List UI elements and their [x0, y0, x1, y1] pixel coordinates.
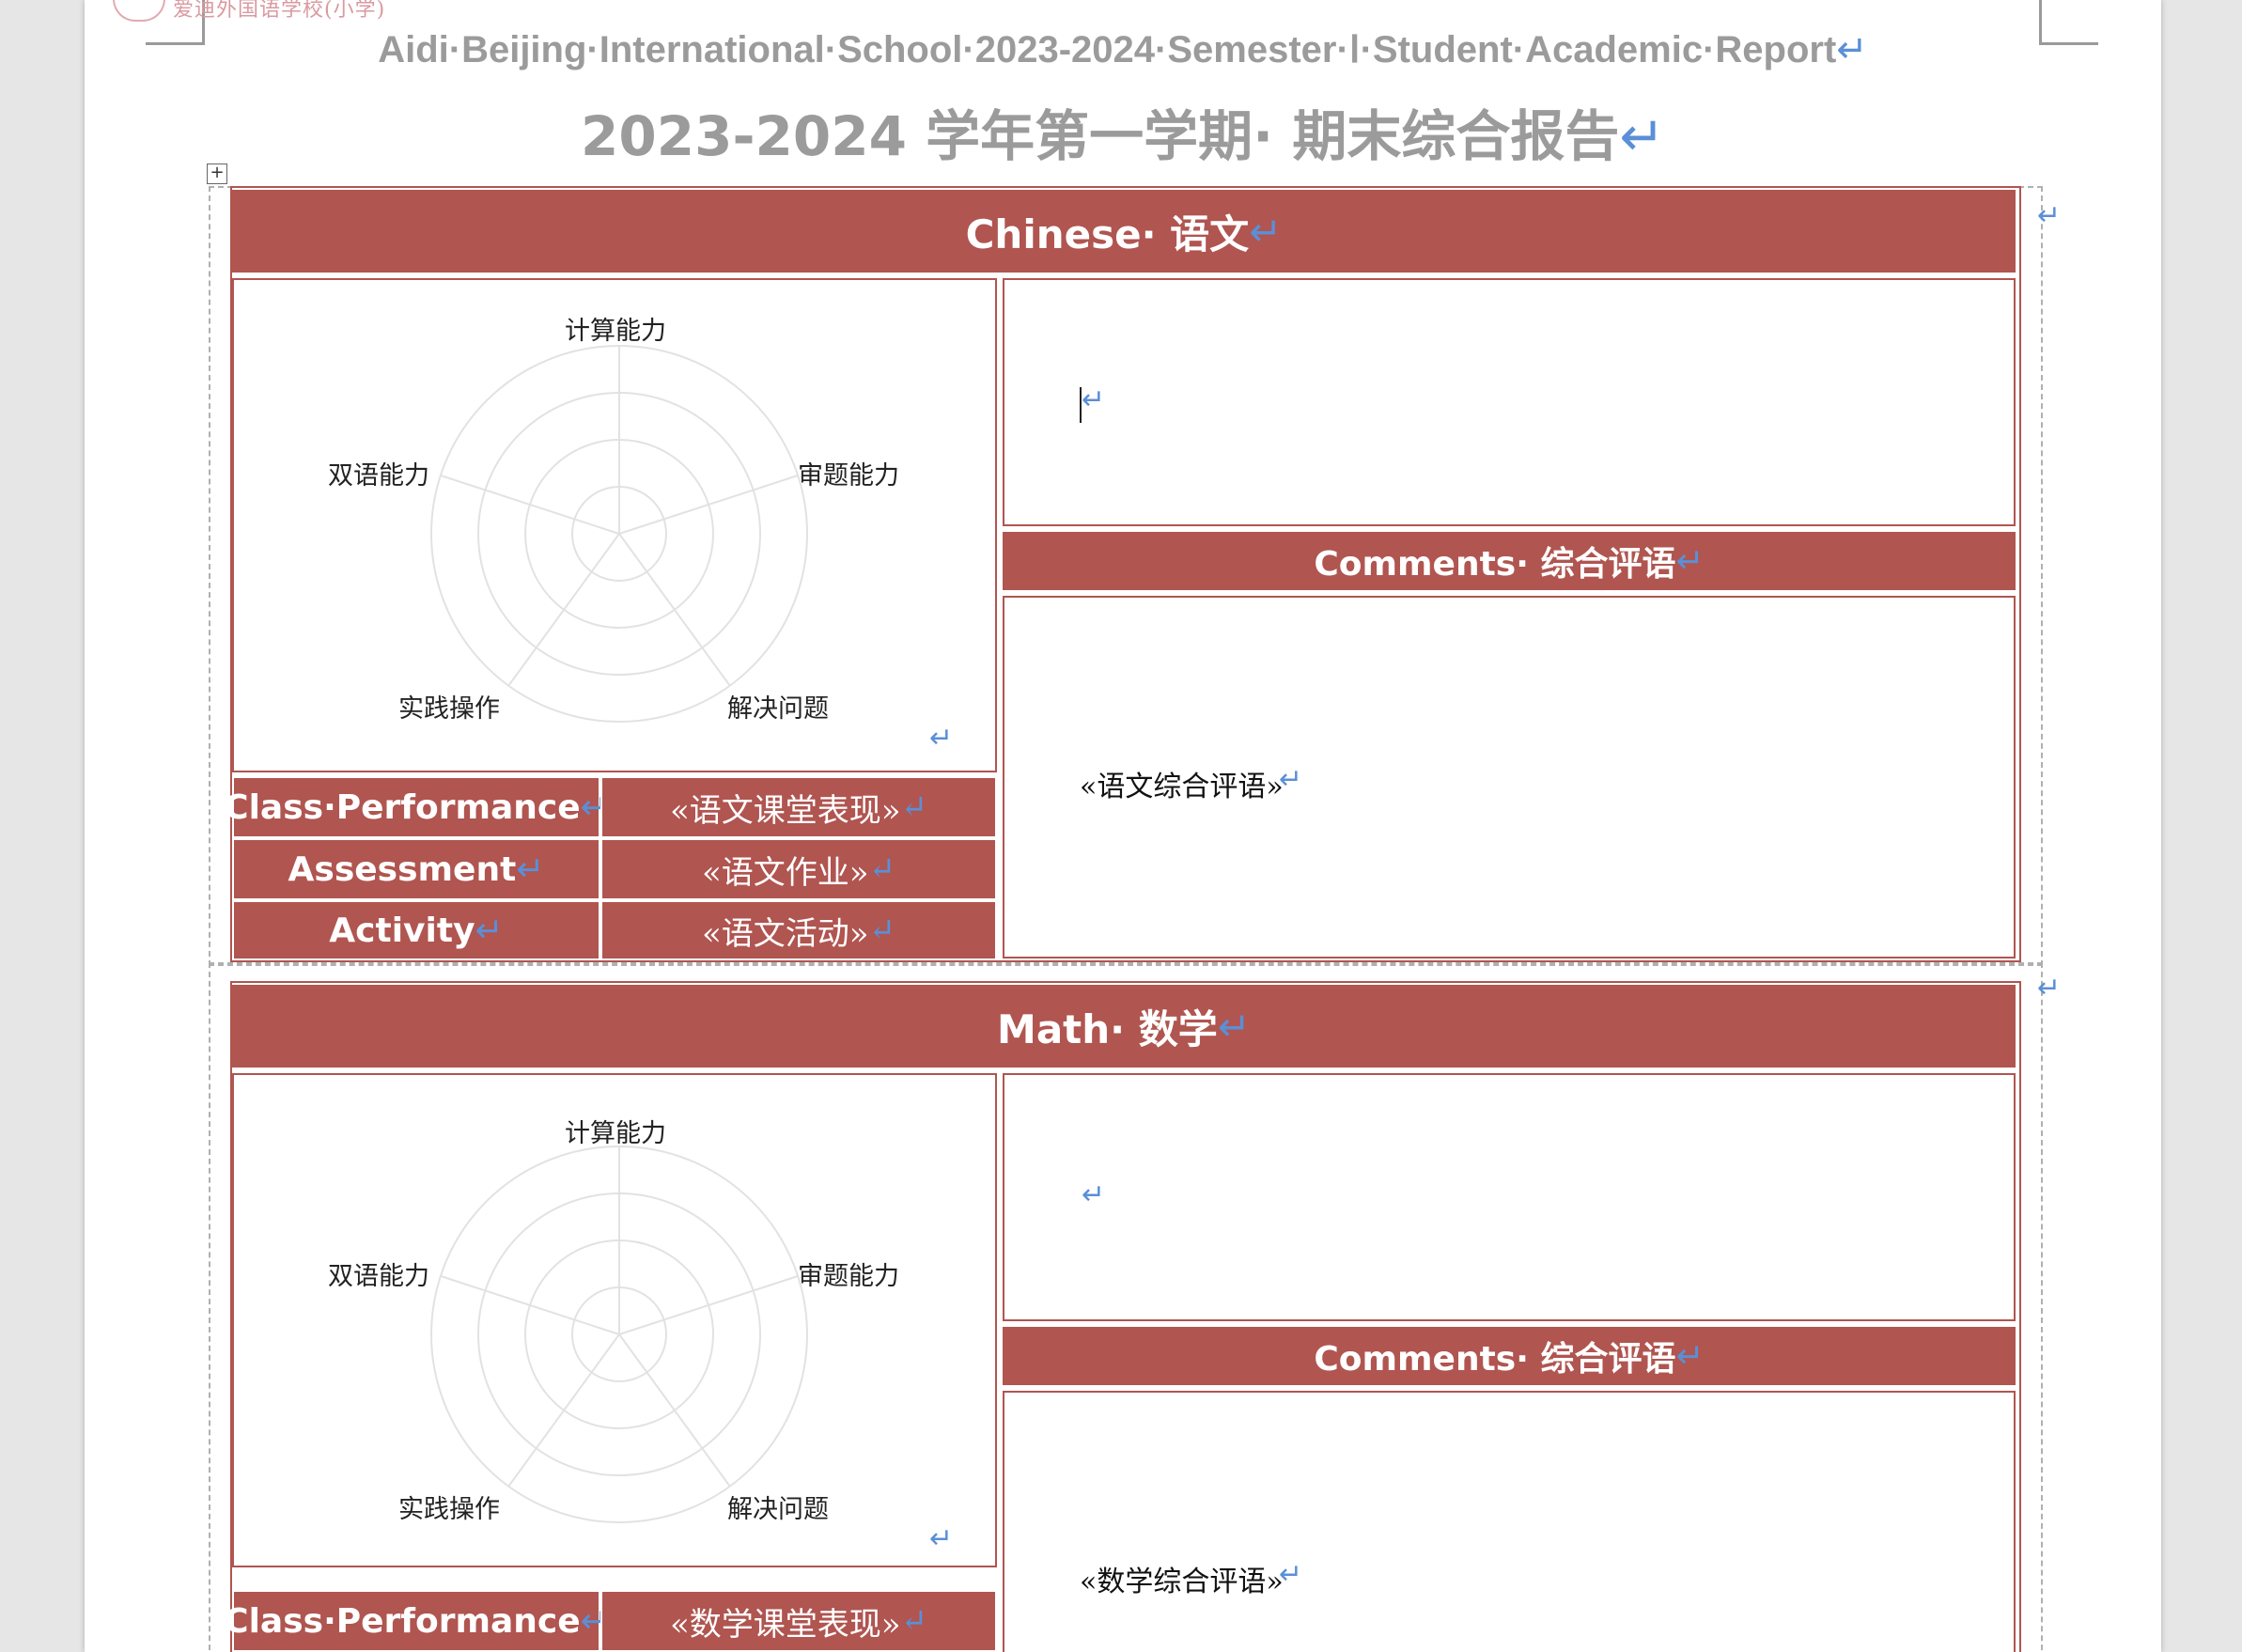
row-value-class-performance[interactable]: «语文课堂表现» ↵	[600, 776, 997, 838]
row-value-text: «语文作业»	[701, 853, 869, 892]
comments-header-text: Comments· 综合评语	[1314, 1340, 1676, 1379]
radar-chart-panel: 计算能力 审题能力 解决问题 实践操作 双语能力 ↵	[232, 278, 997, 772]
radar-axis	[618, 475, 799, 535]
row-value-text: «语文活动»	[701, 914, 869, 953]
comments-header: Comments· 综合评语 ↵	[1003, 1327, 2016, 1385]
paragraph-mark-icon: ↵	[1279, 1558, 1303, 1591]
paragraph-mark-icon: ↵	[868, 850, 896, 888]
radar-label-calculation: 计算能力	[565, 1119, 666, 1148]
row-label-text: Activity	[329, 911, 475, 950]
radar-label-problem-solving: 解决问题	[727, 694, 829, 724]
row-value-activity[interactable]: «语文活动» ↵	[600, 900, 997, 960]
report-title-en[interactable]: Aidi·Beijing·International·School·2023-2…	[85, 28, 2161, 71]
radar-axis	[440, 1275, 620, 1335]
paragraph-mark-icon: ↵	[868, 912, 896, 949]
row-value-assessment[interactable]: «语文作业» ↵	[600, 838, 997, 900]
subject-header-chinese[interactable]: Chinese· 语文 ↵	[232, 190, 2016, 273]
radar-axis	[440, 475, 620, 535]
radar-chart-panel: 计算能力 审题能力 解决问题 实践操作 双语能力 ↵	[232, 1073, 997, 1567]
subject-title: Chinese· 语文	[965, 210, 1250, 257]
subject-title: Math· 数学	[997, 1005, 1218, 1052]
radar-chart	[430, 345, 808, 723]
paragraph-mark-icon: ↵	[1279, 763, 1303, 796]
comments-box[interactable]: «数学综合评语» ↵	[1003, 1391, 2016, 1652]
paragraph-mark-icon: ↵	[516, 849, 545, 889]
paragraph-mark-icon: ↵	[1082, 383, 1106, 416]
paragraph-mark-icon: ↵	[929, 722, 954, 755]
school-logo: 爱迪外国语学校(小学)	[113, 0, 385, 23]
radar-axis	[618, 1275, 799, 1335]
paragraph-mark-icon: ↵	[1082, 1178, 1106, 1211]
comments-merge-field: «数学综合评语»	[1080, 1566, 1284, 1598]
paragraph-mark-icon: ↵	[475, 911, 504, 950]
document-page: 爱迪外国语学校(小学) Aidi·Beijing·International·S…	[85, 0, 2161, 1652]
row-label-text: Class·Performance	[224, 1601, 581, 1641]
radar-label-comprehension: 审题能力	[798, 1262, 899, 1291]
chart-notes-box[interactable]: ↵	[1003, 1073, 2016, 1321]
row-label-text: Assessment	[288, 849, 517, 889]
row-label-activity: Activity ↵	[232, 900, 600, 960]
comments-merge-field: «语文综合评语»	[1080, 771, 1284, 803]
paragraph-mark-icon: ↵	[1249, 208, 1283, 255]
radar-label-problem-solving: 解决问题	[727, 1495, 829, 1524]
radar-label-practice: 实践操作	[398, 694, 500, 724]
paragraph-mark-icon: ↵	[900, 1602, 928, 1640]
report-title-cn-text: 2023-2024 学年第一学期· 期末综合报告	[581, 104, 1620, 168]
paragraph-mark-icon: ↵	[1675, 1336, 1705, 1376]
radar-label-calculation: 计算能力	[565, 317, 666, 346]
comments-header-text: Comments· 综合评语	[1314, 545, 1676, 584]
paragraph-mark-icon: ↵	[2037, 199, 2062, 232]
math-table: Math· 数学 ↵ 计算能力 审题能力 解决问题 实践操作 双语能力 ↵ ↵ …	[224, 981, 2021, 1652]
school-logo-text: 爱迪外国语学校(小学)	[173, 0, 386, 22]
row-value-text: «数学课堂表现»	[669, 1605, 901, 1644]
radar-label-practice: 实践操作	[398, 1495, 500, 1524]
row-label-class-performance: Class·Performance ↵	[224, 776, 609, 838]
paragraph-mark-icon: ↵	[1675, 541, 1705, 581]
comments-header: Comments· 综合评语 ↵	[1003, 532, 2016, 590]
comments-box[interactable]: «语文综合评语» ↵	[1003, 596, 2016, 958]
paragraph-mark-icon: ↵	[1217, 1003, 1251, 1050]
paragraph-mark-icon: ↵	[900, 788, 928, 826]
radar-label-comprehension: 审题能力	[798, 461, 899, 491]
report-title-en-text: Aidi·Beijing·International·School·2023-2…	[378, 29, 1837, 70]
paragraph-mark-icon: ↵	[1619, 104, 1665, 168]
chart-notes-box[interactable]: ↵	[1003, 278, 2016, 526]
paragraph-mark-icon: ↵	[929, 1522, 954, 1555]
radar-label-bilingual: 双语能力	[328, 1262, 429, 1291]
row-label-text: Class·Performance	[224, 787, 581, 827]
row-label-assessment: Assessment ↵	[232, 838, 600, 900]
row-value-class-performance[interactable]: «数学课堂表现» ↵	[600, 1590, 997, 1652]
row-label-class-performance: Class·Performance ↵	[224, 1590, 609, 1652]
chinese-table: Chinese· 语文 ↵ 计算能力 审题能力 解决问题 实践操作 双语能力 ↵…	[224, 186, 2021, 962]
row-value-text: «语文课堂表现»	[669, 791, 901, 830]
subject-header-math[interactable]: Math· 数学 ↵	[232, 985, 2016, 1068]
paragraph-mark-icon: ↵	[1836, 29, 1868, 70]
table-move-handle-icon[interactable]: +	[207, 164, 227, 184]
report-title-cn[interactable]: 2023-2024 学年第一学期· 期末综合报告↵	[85, 92, 2161, 171]
school-seal-icon	[113, 0, 165, 22]
radar-label-bilingual: 双语能力	[328, 461, 429, 491]
paragraph-mark-icon: ↵	[2037, 972, 2062, 1005]
